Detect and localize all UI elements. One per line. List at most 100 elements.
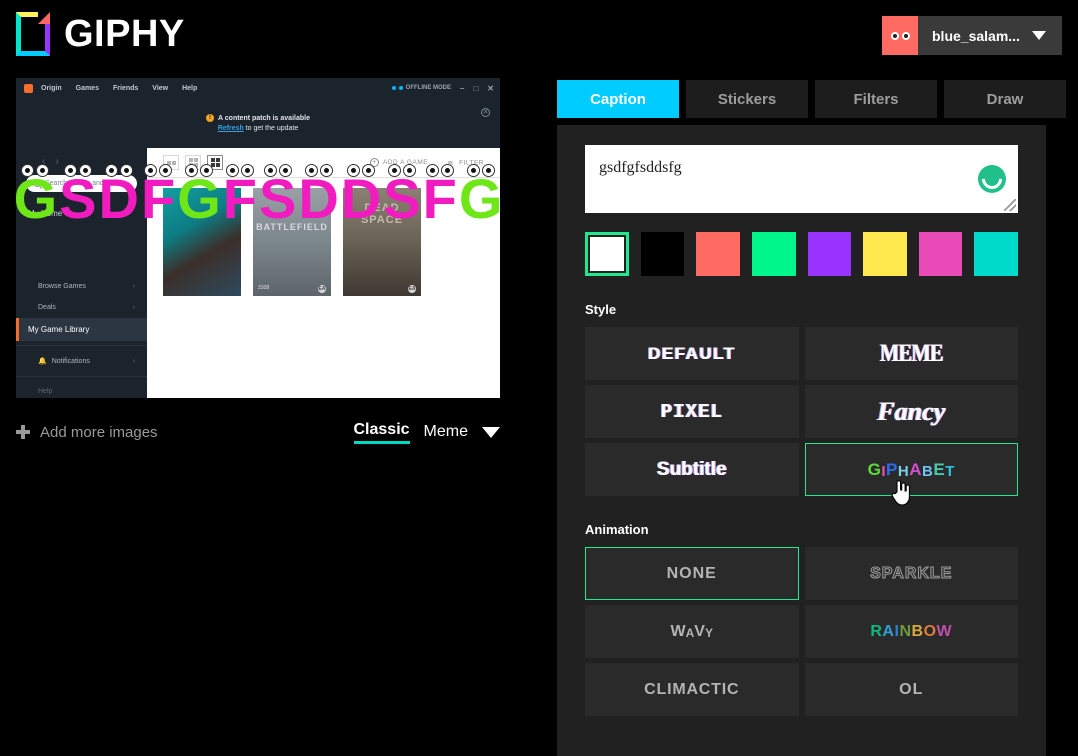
origin-nav-help: Help xyxy=(16,381,147,398)
giphabet-letter: G xyxy=(868,460,882,480)
wavy-letter: V xyxy=(694,623,705,641)
tab-draw[interactable]: Draw xyxy=(944,80,1066,118)
chevron-down-icon[interactable] xyxy=(482,427,500,438)
rainbow-letter: A xyxy=(882,623,894,640)
giphabet-label: GIPHABET xyxy=(868,460,955,480)
style-option-pixel[interactable]: PIXEL xyxy=(585,385,799,438)
origin-toolbar: +ADD A GAME ≣FILTER xyxy=(147,148,500,178)
rainbow-letter: W xyxy=(937,623,953,640)
animation-option-sparkle[interactable]: SPARKLE xyxy=(805,547,1019,600)
origin-offline-status: OFFLINE MODE xyxy=(392,85,451,91)
giphy-logo-icon xyxy=(16,12,50,56)
origin-filter: ≣FILTER xyxy=(446,158,484,167)
minimize-icon: – xyxy=(460,84,464,93)
view-grid-icon xyxy=(207,155,223,170)
animation-option-wavy[interactable]: WAVY xyxy=(585,605,799,658)
origin-nav-deals: Deals› xyxy=(16,297,147,318)
mode-meme-tab[interactable]: Meme xyxy=(424,423,468,441)
origin-menu-item: Help xyxy=(182,85,197,92)
wavy-letter: A xyxy=(686,626,695,640)
style-option-subtitle[interactable]: Subtitle xyxy=(585,443,799,496)
brand-name: GIPHY xyxy=(64,13,185,56)
origin-window-controls: OFFLINE MODE – □ ✕ xyxy=(392,78,494,98)
view-list-icon xyxy=(163,155,179,170)
caption-panel: Style DEFAULT MEME PIXEL Fancy Subtitle … xyxy=(557,125,1046,756)
wavy-label: WAVY xyxy=(671,623,713,641)
origin-update-banner: ! A content patch is available Refresh t… xyxy=(16,98,500,148)
giphabet-letter: T xyxy=(945,463,955,480)
color-swatch-purple[interactable] xyxy=(808,232,852,276)
origin-nav-browse-games: Browse Games› xyxy=(16,276,147,297)
origin-search-input: Search games and more xyxy=(26,175,137,192)
origin-titlebar: Origin Games Friends View Help OFFLINE M… xyxy=(16,78,500,98)
color-swatch-coral[interactable] xyxy=(696,232,740,276)
style-option-default[interactable]: DEFAULT xyxy=(585,327,799,380)
rainbow-letter: R xyxy=(870,623,882,640)
color-swatch-black[interactable] xyxy=(641,232,685,276)
wavy-letter: Y xyxy=(705,626,713,640)
gif-preview[interactable]: Origin Games Friends View Help OFFLINE M… xyxy=(16,78,500,398)
giphabet-letter: P xyxy=(886,460,898,480)
account-menu[interactable]: blue_salam... xyxy=(882,16,1062,55)
color-swatch-turquoise[interactable] xyxy=(974,232,1018,276)
game-tile: BATTLEFIELD 3108EA xyxy=(253,188,331,296)
editor-tabs: Caption Stickers Filters Draw xyxy=(557,80,1066,118)
color-swatch-magenta[interactable] xyxy=(919,232,963,276)
animation-option-climactic[interactable]: CLIMACTIC xyxy=(585,663,799,716)
style-option-fancy[interactable]: Fancy xyxy=(805,385,1019,438)
color-swatches xyxy=(585,232,1018,276)
banner-message: A content patch is available xyxy=(218,115,310,122)
caption-input[interactable] xyxy=(585,145,1018,213)
origin-menu-item: Origin xyxy=(41,85,62,92)
style-section-label: Style xyxy=(585,302,1018,317)
origin-logo-icon xyxy=(24,84,33,93)
refresh-link: Refresh xyxy=(218,125,244,132)
ea-logo-icon: EA xyxy=(408,285,416,293)
giphabet-letter: E xyxy=(933,460,945,480)
origin-menubar: Origin Games Friends View Help xyxy=(41,85,197,92)
add-more-images-button[interactable]: Add more images xyxy=(16,424,158,441)
origin-content: +ADD A GAME ≣FILTER BATTLEFIELD 3108EA D… xyxy=(147,148,500,398)
tab-stickers[interactable]: Stickers xyxy=(686,80,808,118)
style-option-meme[interactable]: MEME xyxy=(805,327,1019,380)
loading-spinner-icon xyxy=(978,165,1006,193)
mode-classic-tab[interactable]: Classic xyxy=(354,421,410,444)
style-option-giphabet[interactable]: GIPHABET xyxy=(805,443,1019,496)
maximize-icon: □ xyxy=(473,84,478,93)
tab-filters[interactable]: Filters xyxy=(815,80,937,118)
origin-nav-my-home: My Home xyxy=(16,202,147,222)
banner-rest: to get the update xyxy=(244,125,299,132)
origin-offline-label: OFFLINE MODE xyxy=(406,85,451,91)
animation-option-rainbow[interactable]: RAINBOW xyxy=(805,605,1019,658)
avatar-eyes-icon xyxy=(882,16,918,55)
ea-logo-icon: EA xyxy=(318,285,326,293)
game-tile: DEAD SPACE EA xyxy=(343,188,421,296)
style-options: DEFAULT MEME PIXEL Fancy Subtitle GIPHAB… xyxy=(585,327,1018,496)
origin-sidebar: ‹› Search games and more My Home Browse … xyxy=(16,148,147,398)
origin-menu-item: View xyxy=(152,85,168,92)
giphy-logo[interactable]: GIPHY xyxy=(16,12,185,56)
origin-menu-item: Friends xyxy=(113,85,138,92)
warning-icon: ! xyxy=(206,114,214,122)
origin-search-placeholder: Search games and more xyxy=(45,180,122,187)
animation-option-none[interactable]: NONE xyxy=(585,547,799,600)
animation-option-ol[interactable]: OL xyxy=(805,663,1019,716)
filter-icon: ≣ xyxy=(446,158,455,167)
giphabet-letter: B xyxy=(922,463,933,480)
color-swatch-spring-green[interactable] xyxy=(752,232,796,276)
color-swatch-yellow[interactable] xyxy=(863,232,907,276)
wavy-letter: W xyxy=(671,623,686,641)
origin-game-tiles: BATTLEFIELD 3108EA DEAD SPACE EA xyxy=(147,178,500,296)
add-more-images-label: Add more images xyxy=(40,424,158,441)
app-header: GIPHY blue_salam... xyxy=(0,0,1078,72)
tab-caption[interactable]: Caption xyxy=(557,80,679,118)
mode-switch: Classic Meme xyxy=(354,421,501,444)
origin-nav-arrows: ‹› xyxy=(16,148,147,173)
color-swatch-white[interactable] xyxy=(585,232,629,276)
close-icon: ✕ xyxy=(487,84,494,93)
chevron-down-icon[interactable] xyxy=(1032,31,1046,40)
origin-menu-item: Games xyxy=(76,85,99,92)
banner-close-icon: ✕ xyxy=(481,108,490,117)
origin-add-game: +ADD A GAME xyxy=(370,158,428,167)
rainbow-letter: N xyxy=(899,623,911,640)
